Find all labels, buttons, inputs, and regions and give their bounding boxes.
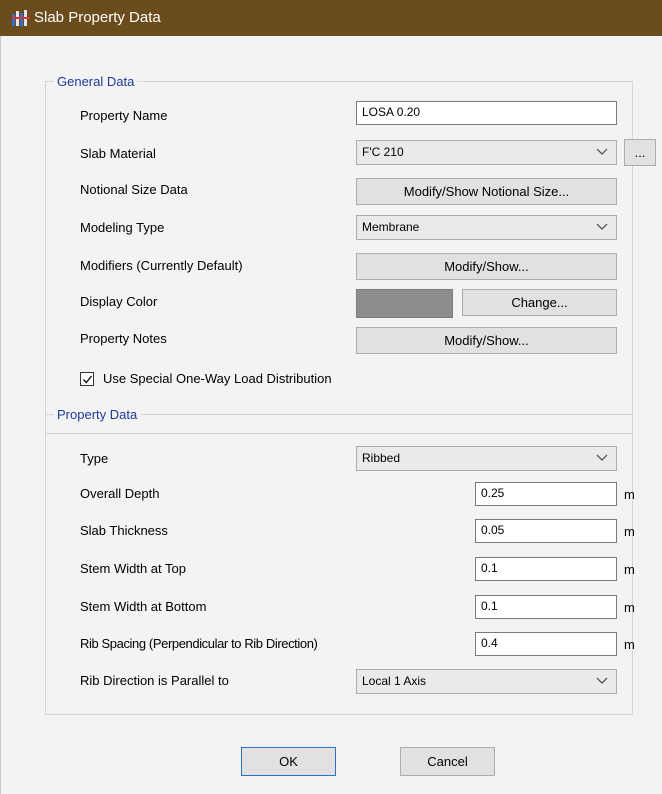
slab-material-value: F'C 210	[362, 145, 404, 159]
notional-size-label: Notional Size Data	[80, 182, 188, 197]
type-value: Ribbed	[362, 451, 401, 465]
slab-property-dialog: Slab Property Data General Data Property…	[0, 0, 662, 794]
chevron-down-icon	[596, 223, 608, 230]
slab-app-icon	[12, 10, 30, 26]
modeling-type-value: Membrane	[362, 220, 420, 234]
slab-material-label: Slab Material	[80, 146, 156, 161]
overall-depth-input[interactable]: 0.25	[475, 482, 617, 506]
slab-thickness-input[interactable]: 0.05	[475, 519, 617, 543]
cancel-button[interactable]: Cancel	[400, 747, 495, 776]
change-color-button[interactable]: Change...	[462, 289, 617, 316]
overall-depth-label: Overall Depth	[80, 486, 160, 501]
rib-spacing-input[interactable]: 0.4	[475, 632, 617, 656]
property-name-label: Property Name	[80, 108, 168, 123]
stem-bottom-unit: m	[624, 600, 635, 615]
ok-button[interactable]: OK	[241, 747, 336, 776]
property-notes-button[interactable]: Modify/Show...	[356, 327, 617, 354]
type-label: Type	[80, 451, 109, 466]
title-bar[interactable]: Slab Property Data	[0, 0, 662, 36]
stem-top-unit: m	[624, 562, 635, 577]
property-data-legend: Property Data	[57, 407, 138, 422]
display-color-label: Display Color	[80, 294, 158, 309]
slab-material-select[interactable]: F'C 210	[356, 140, 617, 165]
property-notes-label: Property Notes	[80, 331, 167, 346]
modeling-type-select[interactable]: Membrane	[356, 215, 617, 240]
modifiers-button[interactable]: Modify/Show...	[356, 253, 617, 280]
material-more-button[interactable]: ...	[624, 139, 656, 166]
stem-top-input[interactable]: 0.1	[475, 557, 617, 581]
stem-bottom-input[interactable]: 0.1	[475, 595, 617, 619]
rib-spacing-unit: m	[624, 637, 635, 652]
one-way-load-checkbox[interactable]	[80, 372, 94, 386]
checkmark-icon	[82, 375, 93, 384]
one-way-load-label: Use Special One-Way Load Distribution	[103, 371, 332, 386]
chevron-down-icon	[596, 677, 608, 684]
slab-thickness-unit: m	[624, 524, 635, 539]
window-title: Slab Property Data	[34, 9, 161, 26]
stem-top-label: Stem Width at Top	[80, 561, 186, 576]
modifiers-label: Modifiers (Currently Default)	[80, 258, 243, 273]
type-select[interactable]: Ribbed	[356, 446, 617, 471]
notional-size-button[interactable]: Modify/Show Notional Size...	[356, 178, 617, 205]
modeling-type-label: Modeling Type	[80, 220, 165, 235]
rib-direction-value: Local 1 Axis	[362, 674, 427, 688]
overall-depth-unit: m	[624, 487, 635, 502]
rib-spacing-label: Rib Spacing (Perpendicular to Rib Direct…	[80, 636, 318, 651]
slab-thickness-label: Slab Thickness	[80, 523, 168, 538]
chevron-down-icon	[596, 148, 608, 155]
property-name-input[interactable]: LOSA 0.20	[356, 101, 617, 125]
dialog-body: General Data Property Name LOSA 0.20 Sla…	[0, 36, 662, 794]
display-color-swatch	[356, 289, 453, 318]
general-data-legend: General Data	[57, 74, 135, 89]
stem-bottom-label: Stem Width at Bottom	[80, 599, 207, 614]
rib-direction-select[interactable]: Local 1 Axis	[356, 669, 617, 694]
rib-direction-label: Rib Direction is Parallel to	[80, 673, 229, 688]
chevron-down-icon	[596, 454, 608, 461]
